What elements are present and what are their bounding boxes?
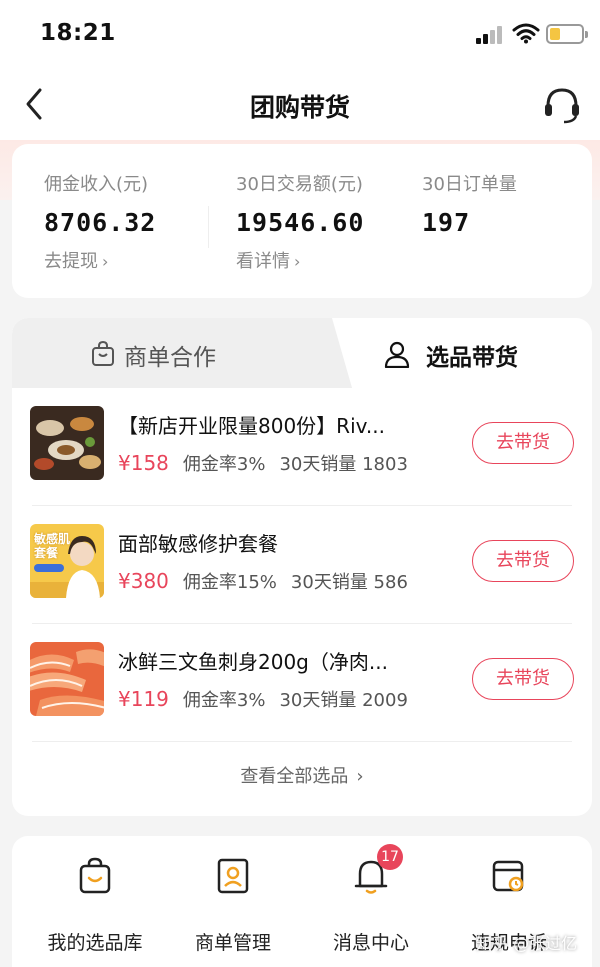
product-title: 【新店开业限量800份】Riv... bbox=[118, 414, 385, 438]
tool-business-management[interactable]: 商单管理 bbox=[168, 856, 298, 955]
stat-orders: 30日订单量 197 bbox=[422, 170, 517, 237]
stat-transaction: 30日交易额(元) 19546.60 看详情 › bbox=[236, 170, 364, 273]
battery-icon bbox=[546, 24, 588, 44]
tool-my-library[interactable]: 我的选品库 bbox=[30, 856, 160, 955]
tab-product-selection[interactable]: 选品带货 bbox=[312, 318, 592, 388]
signal-icon bbox=[476, 24, 506, 44]
stat-value: 197 bbox=[422, 208, 471, 237]
stat-label: 30日订单量 bbox=[422, 174, 517, 195]
tab-label: 选品带货 bbox=[426, 345, 518, 371]
product-title: 面部敏感修护套餐 bbox=[118, 532, 278, 556]
bell-icon-wrap: 17 bbox=[353, 844, 403, 896]
product-selection-panel: 商单合作 选品带货 【新店开业限量800份】Riv... ¥158 佣金率3% 30… bbox=[12, 318, 592, 816]
details-link-label: 看详情 bbox=[236, 251, 290, 272]
wifi-icon bbox=[512, 23, 540, 44]
stat-divider bbox=[208, 206, 209, 248]
skincare-promo-image: 敏感肌 套餐 bbox=[30, 524, 104, 598]
stats-card: 佣金收入(元) 8706.32 去提现 › 30日交易额(元) 19546.60 … bbox=[12, 144, 592, 298]
chevron-right-icon: › bbox=[294, 252, 301, 271]
tool-label: 我的选品库 bbox=[47, 932, 143, 954]
page-title: 团购带货 bbox=[249, 93, 350, 122]
shopping-bag-icon bbox=[92, 340, 114, 366]
promote-button[interactable]: 去带货 bbox=[472, 658, 574, 700]
product-meta: ¥380 佣金率15% 30天销量 586 bbox=[118, 568, 408, 594]
thumb-text-line: 敏感肌 bbox=[34, 532, 71, 546]
see-all-link[interactable]: 查看全部选品 › bbox=[12, 762, 592, 788]
promote-button[interactable]: 去带货 bbox=[472, 540, 574, 582]
chevron-right-icon: › bbox=[102, 252, 109, 271]
appeal-card-icon bbox=[492, 860, 524, 892]
sales-count: 30天销量 1803 bbox=[279, 454, 408, 475]
salmon-sashimi-image bbox=[30, 642, 104, 716]
tool-message-center[interactable]: 17 消息中心 bbox=[306, 844, 436, 955]
stat-value: 19546.60 bbox=[236, 208, 365, 237]
watermark: 知乎 @张过亿 bbox=[476, 934, 578, 953]
withdraw-link[interactable]: 去提现 › bbox=[44, 247, 156, 273]
tab-business-cooperation[interactable]: 商单合作 bbox=[12, 318, 312, 388]
unread-badge: 17 bbox=[377, 844, 403, 870]
chevron-right-icon: › bbox=[356, 766, 364, 787]
thumb-text-line: 套餐 bbox=[34, 546, 59, 560]
sales-count: 30天销量 2009 bbox=[279, 690, 408, 711]
stat-commission: 佣金收入(元) 8706.32 去提现 › bbox=[44, 170, 156, 273]
product-item[interactable]: 【新店开业限量800份】Riv... ¥158 佣金率3% 30天销量 1803 去… bbox=[12, 388, 592, 506]
commission-rate: 佣金率15% bbox=[182, 572, 277, 593]
product-item[interactable]: 冰鲜三文鱼刺身200g（净肉... ¥119 佣金率3% 30天销量 2009 去带… bbox=[12, 624, 592, 742]
product-meta: ¥158 佣金率3% 30天销量 1803 bbox=[118, 450, 408, 476]
customer-service-icon[interactable] bbox=[540, 82, 584, 126]
divider bbox=[32, 741, 572, 742]
bag-smile-icon bbox=[79, 857, 111, 894]
nav-bar: 团购带货 bbox=[0, 68, 600, 140]
promote-button[interactable]: 去带货 bbox=[472, 422, 574, 464]
tab-label: 商单合作 bbox=[124, 345, 216, 371]
product-price: ¥158 bbox=[118, 451, 169, 475]
stat-label: 佣金收入(元) bbox=[44, 174, 149, 195]
tool-label: 商单管理 bbox=[194, 932, 271, 954]
id-card-icon bbox=[217, 858, 249, 894]
sales-count: 30天销量 586 bbox=[290, 572, 408, 593]
product-title: 冰鲜三文鱼刺身200g（净肉... bbox=[118, 650, 388, 674]
person-icon bbox=[384, 341, 410, 368]
product-item[interactable]: 敏感肌 套餐 面部敏感修护套餐 ¥380 佣金率15% 30天销量 586 去带货 bbox=[12, 506, 592, 624]
stat-label: 30日交易额(元) bbox=[236, 174, 363, 195]
food-platter-image bbox=[30, 406, 104, 480]
see-all-label: 查看全部选品 bbox=[240, 766, 349, 787]
status-bar: 18:21 bbox=[0, 0, 600, 68]
thumb-text: 敏感肌 套餐 bbox=[34, 532, 70, 560]
details-link[interactable]: 看详情 › bbox=[236, 247, 364, 273]
product-price: ¥380 bbox=[118, 569, 169, 593]
tool-label: 消息中心 bbox=[332, 932, 409, 954]
product-price: ¥119 bbox=[118, 687, 169, 711]
withdraw-link-label: 去提现 bbox=[44, 251, 98, 272]
commission-rate: 佣金率3% bbox=[182, 454, 266, 475]
stat-value: 8706.32 bbox=[44, 208, 157, 237]
back-arrow-icon[interactable] bbox=[18, 84, 54, 124]
status-time: 18:21 bbox=[40, 20, 116, 46]
commission-rate: 佣金率3% bbox=[182, 690, 266, 711]
product-meta: ¥119 佣金率3% 30天销量 2009 bbox=[118, 686, 408, 712]
